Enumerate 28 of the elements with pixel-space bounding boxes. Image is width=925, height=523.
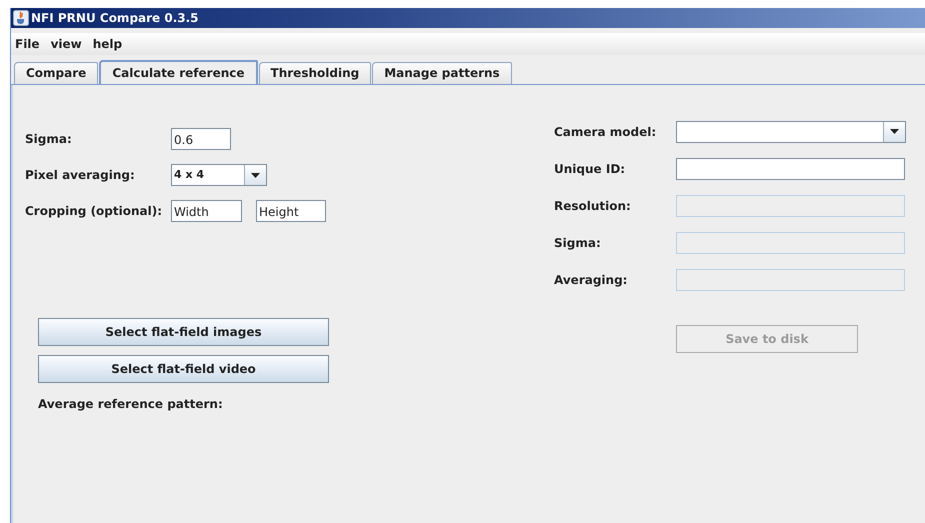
field-label: Pixel averaging: [25,168,136,182]
field-label: Sigma: [25,132,73,146]
menu-item[interactable]: view [50,37,82,51]
field-label: Camera model: [554,124,658,138]
tab[interactable]: Thresholding [258,62,372,84]
select-button[interactable]: Select flat-field video [38,355,329,383]
field-label: Resolution: [554,198,632,212]
menu-item[interactable]: File [15,37,40,51]
window-title: NFI PRNU Compare 0.3.5 [31,11,199,25]
field-label: Sigma: [554,236,602,250]
field-label: Unique ID: [554,162,626,176]
dropdown-arrow-icon[interactable] [890,129,899,134]
field-label: Averaging: [554,272,628,286]
input-field[interactable]: Width [171,200,242,222]
field-label: Cropping (optional): [25,204,164,218]
input-field[interactable] [676,158,905,180]
select-button[interactable]: Select flat-field images [38,318,329,346]
menu-item[interactable]: help [92,37,122,51]
java-cup-icon [13,10,29,26]
tab[interactable]: Manage patterns [372,62,512,84]
tab[interactable]: Calculate reference [99,60,258,84]
dropdown-arrow-icon[interactable] [251,172,260,178]
pixel-averaging-dropdown[interactable]: 4 x 4 [171,164,267,186]
input-field[interactable]: Height [256,200,326,222]
combo-value: 4 x 4 [173,167,206,183]
input-field[interactable]: 0.6 [171,128,231,150]
tab[interactable]: Compare [14,62,98,84]
pattern-label: Average reference pattern: [38,397,223,411]
